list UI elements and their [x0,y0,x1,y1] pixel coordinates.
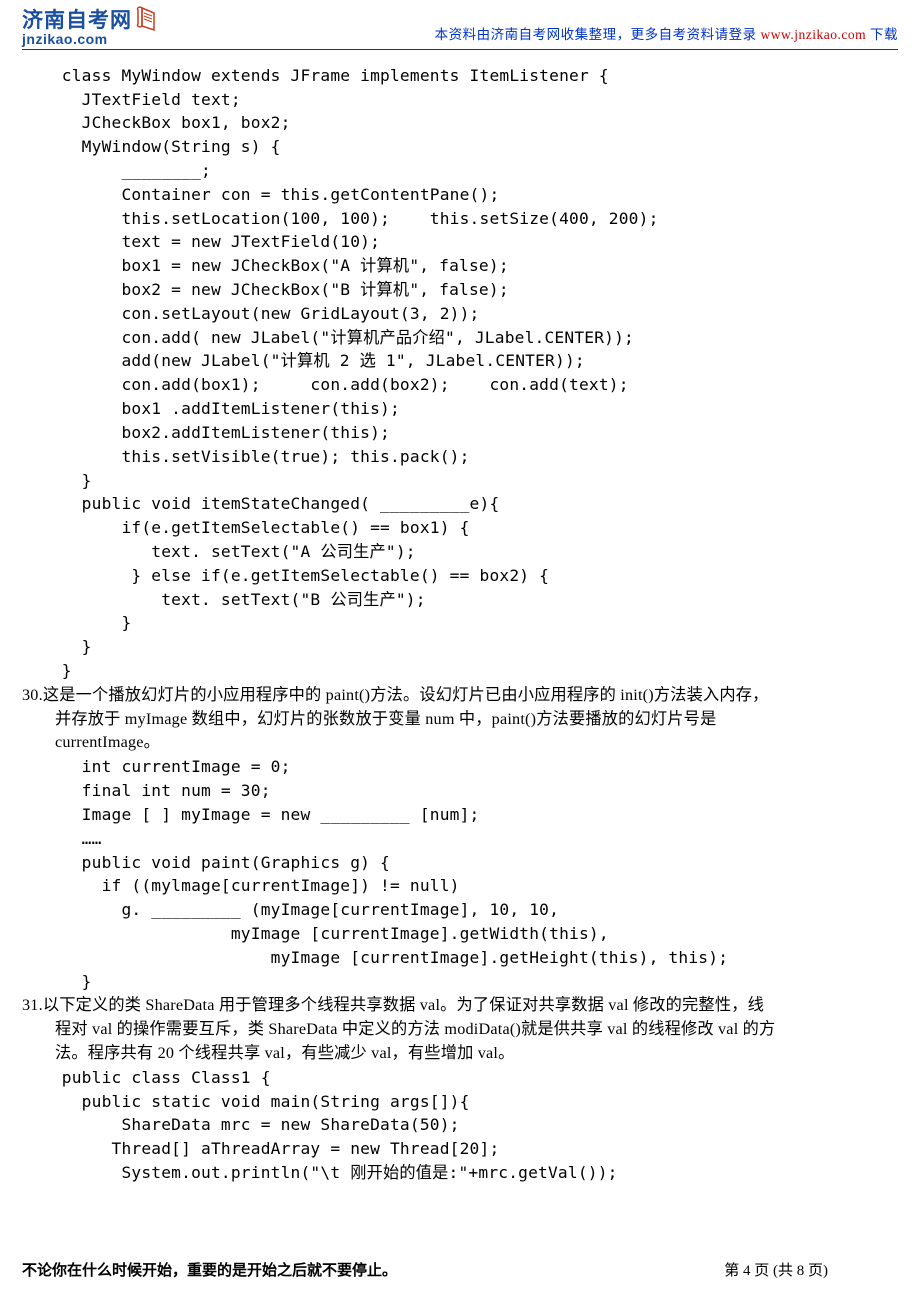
footer-quote: 不论你在什么时候开始，重要的是开始之后就不要停止。 [22,1259,397,1280]
tagline-url: www.jnzikao.com [761,27,867,42]
question-31-line1: 31.以下定义的类 ShareData 用于管理多个线程共享数据 val。为了保… [22,994,898,1018]
logo-scroll-icon [134,4,162,34]
page-footer: 不论你在什么时候开始，重要的是开始之后就不要停止。 第 4 页 (共 8 页) [22,1259,898,1280]
question-30-line3: currentImage。 [22,731,898,755]
question-30-line1: 30.这是一个播放幻灯片的小应用程序中的 paint()方法。设幻灯片已由小应用… [22,684,898,708]
tagline-suffix: 下载 [866,27,898,42]
question-31-line2: 程对 val 的操作需要互斥，类 ShareData 中定义的方法 modiDa… [22,1018,898,1042]
logo-chinese: 济南自考网 [22,10,132,32]
site-logo: 济南自考网 jnzikao.com [22,10,162,47]
code-block-30: int currentImage = 0; final int num = 30… [22,755,898,993]
tagline-prefix: 本资料由济南自考网收集整理，更多自考资料请登录 [435,27,761,42]
question-31-line3: 法。程序共有 20 个线程共享 val，有些减少 val，有些增加 val。 [22,1042,898,1066]
code-block-31: public class Class1 { public static void… [22,1066,898,1185]
code-block-29: class MyWindow extends JFrame implements… [22,64,898,683]
question-30-line2: 并存放于 myImage 数组中，幻灯片的张数放于变量 num 中，paint(… [22,708,898,732]
logo-english: jnzikao.com [22,32,132,47]
header-tagline: 本资料由济南自考网收集整理，更多自考资料请登录 www.jnzikao.com … [435,23,898,47]
page-header: 济南自考网 jnzikao.com 本资料由济南自考网收集整理，更多自考资料请登… [22,10,898,50]
footer-page-number: 第 4 页 (共 8 页) [724,1259,898,1280]
